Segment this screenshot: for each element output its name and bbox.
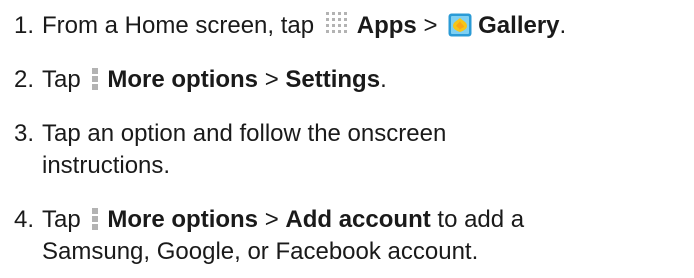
- step-text: From a Home screen, tap Apps > Gallery.: [42, 10, 684, 42]
- more-options-icon: [92, 68, 99, 90]
- step-text: Tap More options > Settings.: [42, 64, 684, 96]
- step-3: 3. Tap an option and follow the onscreen…: [14, 118, 684, 182]
- step-number: 4.: [14, 206, 35, 233]
- step-text-line-1: Tap an option and follow the onscreen: [42, 120, 447, 147]
- apps-grid-icon: [325, 12, 347, 33]
- step-text: Tap More options > Add account to add a …: [42, 204, 684, 268]
- instruction-steps: 1. From a Home screen, tap Apps > Galler…: [14, 10, 684, 268]
- more-options-label: More options: [107, 206, 259, 233]
- step-text-line-2: Samsung, Google, or Facebook account.: [42, 238, 479, 265]
- step-text-part: Tap: [42, 206, 81, 233]
- add-account-label: Add account: [285, 206, 431, 233]
- step-number: 1.: [14, 12, 35, 39]
- separator: >: [258, 206, 286, 233]
- separator: >: [416, 12, 445, 39]
- step-number: 3.: [14, 120, 35, 147]
- step-text-end: .: [559, 12, 567, 39]
- step-text-line-2: instructions.: [42, 152, 171, 179]
- step-text: Tap an option and follow the onscreen in…: [42, 118, 684, 182]
- step-4: 4. Tap More options > Add account to add…: [14, 204, 684, 268]
- settings-label: Settings: [285, 66, 381, 93]
- separator: >: [258, 66, 286, 93]
- apps-label: Apps: [356, 12, 417, 39]
- step-2: 2. Tap More options > Settings.: [14, 64, 684, 96]
- gallery-icon: [448, 13, 472, 37]
- step-text-part: From a Home screen, tap: [42, 12, 315, 39]
- step-text-end: to add a: [430, 206, 525, 233]
- step-text-end: .: [380, 66, 387, 93]
- gallery-label: Gallery: [478, 12, 560, 39]
- more-options-icon: [92, 208, 99, 230]
- step-1: 1. From a Home screen, tap Apps > Galler…: [14, 10, 684, 42]
- step-number: 2.: [14, 66, 35, 93]
- step-text-part: Tap: [42, 66, 81, 93]
- more-options-label: More options: [107, 66, 259, 93]
